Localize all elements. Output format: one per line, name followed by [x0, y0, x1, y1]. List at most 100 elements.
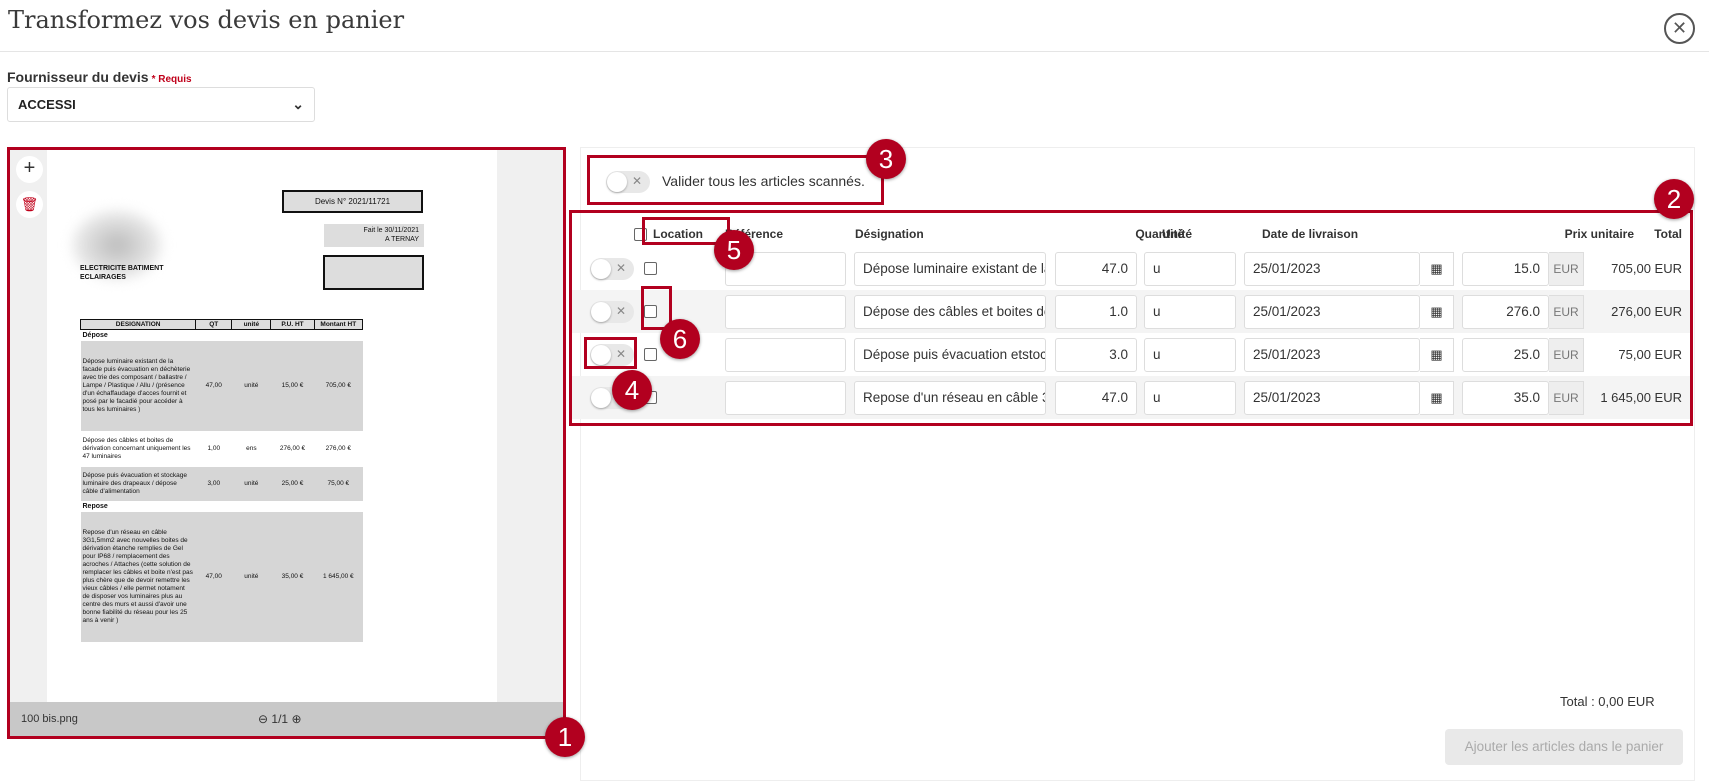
doc-row-pu: 35,00 €: [270, 512, 315, 642]
currency-label: EUR: [1549, 338, 1584, 372]
toggle-knob: [591, 302, 611, 322]
supplier-select[interactable]: ACCESSI ⌄: [7, 87, 315, 122]
designation-input[interactable]: Repose d'un réseau en câble 3G1,5mm2: [854, 381, 1046, 415]
calendar-icon[interactable]: ▦: [1420, 381, 1454, 415]
callout-badge-1: 1: [545, 717, 585, 757]
doc-col-designation: DESIGNATION: [79, 319, 197, 330]
supplier-value: ACCESSI: [18, 97, 76, 112]
file-name: 100 bis.png: [21, 713, 78, 725]
doc-row-pu: 25,00 €: [270, 467, 315, 501]
doc-row-unit: unité: [231, 467, 271, 501]
doc-row-amount: 1 645,00 €: [314, 512, 363, 642]
callout-badge-3: 3: [866, 139, 906, 179]
document-viewer: Devis N° 2021/11721 Fait le 30/11/2021 A…: [7, 147, 566, 739]
calendar-icon[interactable]: ▦: [1420, 295, 1454, 329]
date-input[interactable]: 25/01/2023: [1244, 295, 1420, 329]
doc-made-date: 30/11/2021: [384, 227, 419, 234]
header-total: Total: [1654, 227, 1682, 241]
validate-all-toggle[interactable]: ✕: [606, 171, 650, 193]
doc-row-unit: unité: [231, 512, 271, 642]
callout-badge-5: 5: [714, 230, 754, 270]
zoom-in-icon[interactable]: +: [16, 156, 43, 183]
quantity-input[interactable]: 1.0: [1055, 295, 1137, 329]
doc-row-amount: 75,00 €: [314, 467, 363, 501]
price-input[interactable]: 15.0: [1462, 252, 1549, 286]
reference-input[interactable]: [725, 381, 846, 415]
supplier-label-text: Fournisseur du devis: [7, 69, 149, 85]
price-input[interactable]: 25.0: [1462, 338, 1549, 372]
calendar-icon[interactable]: ▦: [1420, 338, 1454, 372]
prev-page-icon[interactable]: ⊖: [258, 712, 268, 726]
quantity-input[interactable]: 3.0: [1055, 338, 1137, 372]
header-unit: Unité: [1162, 227, 1192, 241]
trash-icon[interactable]: 🗑: [16, 191, 43, 218]
page-indicator: 1/1: [271, 712, 289, 726]
row-location-checkbox[interactable]: [644, 262, 657, 275]
row-total: 75,00 EUR: [1618, 347, 1682, 362]
unit-input[interactable]: u: [1144, 381, 1236, 415]
currency-label: EUR: [1549, 381, 1584, 415]
add-to-cart-button[interactable]: Ajouter les articles dans le panier: [1445, 729, 1683, 765]
doc-col-amount: Montant HT: [313, 319, 364, 330]
doc-quote-number: Devis N° 2021/11721: [282, 190, 423, 213]
doc-table: DESIGNATION QT unité P.U. HT Montant HT …: [79, 319, 364, 642]
doc-row-unit: unité: [231, 341, 271, 431]
callout-badge-6: 6: [660, 319, 700, 359]
toggle-off-icon: ✕: [615, 304, 626, 318]
row-validate-toggle[interactable]: ✕: [590, 258, 634, 280]
designation-input[interactable]: Dépose des câbles et boites de dérivatio…: [854, 295, 1046, 329]
reference-input[interactable]: [725, 338, 846, 372]
row-location-checkbox[interactable]: [644, 348, 657, 361]
row-validate-toggle[interactable]: ✕: [590, 301, 634, 323]
callout-badge-4: 4: [612, 370, 652, 410]
modal-header: Transformez vos devis en panier ✕: [0, 0, 1709, 52]
row-total: 705,00 EUR: [1611, 261, 1682, 276]
callout-badge-2: 2: [1654, 179, 1694, 219]
designation-input[interactable]: Dépose luminaire existant de la facade: [854, 252, 1046, 286]
doc-col-qt: QT: [195, 319, 233, 330]
doc-made-label: Fait le: [363, 227, 383, 234]
unit-input[interactable]: u: [1144, 338, 1236, 372]
doc-row-qt: 47,00: [195, 512, 232, 642]
toggle-off-icon: ✕: [615, 261, 626, 275]
doc-row-pu: 15,00 €: [270, 341, 315, 431]
date-input[interactable]: 25/01/2023: [1244, 338, 1420, 372]
doc-client-box: [323, 255, 424, 290]
reference-input[interactable]: [725, 295, 846, 329]
doc-row-pu: 276,00 €: [279, 445, 306, 452]
document-page: Devis N° 2021/11721 Fait le 30/11/2021 A…: [47, 150, 497, 702]
quantity-input[interactable]: 47.0: [1055, 381, 1137, 415]
doc-row-amount: 705,00 €: [314, 341, 363, 431]
toggle-off-icon: ✕: [631, 174, 642, 188]
unit-input[interactable]: u: [1144, 252, 1236, 286]
date-input[interactable]: 25/01/2023: [1244, 252, 1420, 286]
close-icon[interactable]: ✕: [1664, 13, 1695, 44]
doc-col-pu: P.U. HT: [270, 319, 315, 330]
price-input[interactable]: 276.0: [1462, 295, 1549, 329]
row-total: 1 645,00 EUR: [1600, 390, 1682, 405]
grand-total: Total : 0,00 EUR: [1560, 694, 1655, 709]
supplier-label: Fournisseur du devis * Requis: [7, 69, 192, 85]
doc-row-designation: Dépose puis évacuation et stockage lumin…: [80, 467, 196, 501]
toggle-knob: [607, 172, 627, 192]
validate-all-container: ✕ Valider tous les articles scannés.: [587, 155, 884, 205]
calendar-icon[interactable]: ▦: [1420, 252, 1454, 286]
table-row: ✕ Dépose des câbles et boites de dérivat…: [572, 290, 1690, 333]
toggle-knob: [591, 259, 611, 279]
quantity-input[interactable]: 47.0: [1055, 252, 1137, 286]
currency-label: EUR: [1549, 252, 1584, 286]
viewer-tools: + 🗑: [16, 156, 52, 226]
price-input[interactable]: 35.0: [1462, 381, 1549, 415]
doc-row-amount: 276,00 €: [325, 445, 351, 452]
currency-label: EUR: [1549, 295, 1584, 329]
doc-made-place: A TERNAY: [385, 236, 419, 243]
chevron-down-icon: ⌄: [292, 96, 304, 112]
pager: ⊖ 1/1 ⊕: [258, 712, 302, 726]
designation-input[interactable]: Dépose puis évacuation etstockage: [854, 338, 1046, 372]
date-input[interactable]: 25/01/2023: [1244, 381, 1420, 415]
next-page-icon[interactable]: ⊕: [291, 712, 301, 726]
header-delivery-date: Date de livraison: [1262, 227, 1359, 241]
doc-row-qt: 47,00: [195, 341, 232, 431]
unit-input[interactable]: u: [1144, 295, 1236, 329]
header-designation: Désignation: [855, 227, 924, 241]
